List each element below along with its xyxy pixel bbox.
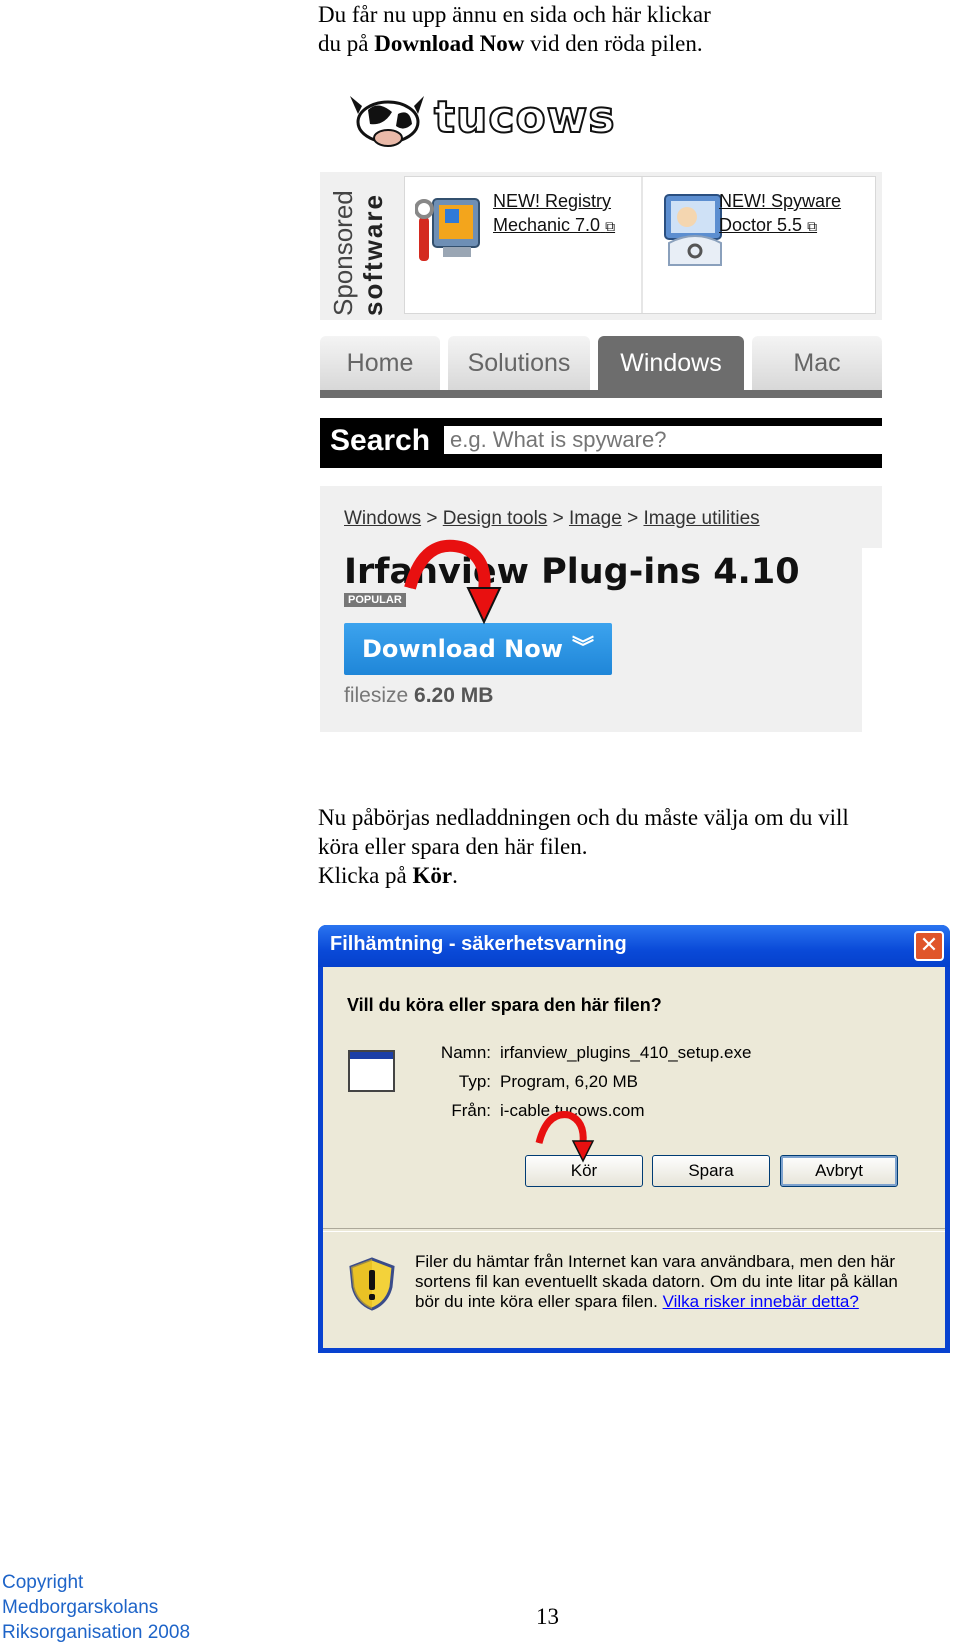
intro-line-2: du på Download Now vid den röda pilen.	[318, 29, 711, 58]
dialog-separator	[323, 1228, 945, 1232]
middle-text: .	[452, 863, 458, 888]
product-panel-extension	[862, 486, 882, 548]
dialog-title: Filhämtning - säkerhetsvarning	[330, 933, 627, 955]
sponsored-ads: NEW! Registry Mechanic 7.0 ⧉ NEW! Spywar…	[404, 176, 876, 314]
tab-home[interactable]: Home	[320, 336, 440, 390]
software-label: software	[358, 193, 388, 316]
search-input[interactable]	[444, 426, 882, 454]
search-label: Search	[330, 424, 431, 457]
dialog-titlebar[interactable]: Filhämtning - säkerhetsvarning ✕	[318, 925, 950, 967]
filesize-value: 6.20 MB	[414, 684, 494, 707]
dialog-body: Vill du köra eller spara den här filen? …	[323, 967, 945, 1348]
filesize: filesize 6.20 MB	[344, 684, 493, 708]
sponsored-box: Sponsored software NEW! Registry Mechani…	[320, 172, 882, 320]
red-arrow-icon	[535, 1111, 595, 1163]
tucows-logo: tucows	[348, 91, 616, 148]
intro-line-1: Du får nu upp ännu en sida och här klick…	[318, 2, 711, 27]
double-chevron-down-icon: ︾	[571, 636, 594, 661]
type-label: Typ:	[458, 1072, 491, 1091]
risks-link[interactable]: Vilka risker innebär detta?	[663, 1292, 859, 1311]
cancel-button[interactable]: Avbryt	[780, 1155, 898, 1187]
ad-spyware-doctor-link[interactable]: NEW! Spyware Doctor 5.5 ⧉	[719, 189, 841, 238]
warning-text: Filer du hämtar från Internet kan vara a…	[415, 1252, 915, 1312]
ad-line: NEW! Spyware	[719, 191, 842, 211]
application-file-icon	[348, 1050, 395, 1092]
from-label-cell: Från:	[431, 1101, 491, 1123]
file-icon-titlebar	[350, 1052, 393, 1059]
close-button[interactable]: ✕	[914, 931, 944, 961]
ads-divider	[641, 177, 643, 313]
type-value: Program, 6,20 MB	[500, 1072, 638, 1091]
breadcrumb-image-utilities[interactable]: Image utilities	[643, 508, 759, 529]
tab-mac[interactable]: Mac	[752, 336, 882, 390]
registry-mechanic-icon[interactable]	[414, 187, 485, 271]
middle-line-2: köra eller spara den här filen.	[318, 834, 588, 859]
footer-line-2: Medborgarskolans	[2, 1597, 159, 1618]
search-bar: Search	[320, 418, 882, 468]
middle-line-3: Klicka på Kör.	[318, 861, 849, 890]
footer-line-3: Riksorganisation 2008	[2, 1622, 191, 1643]
product-panel: Windows > Design tools > Image > Image u…	[320, 486, 862, 732]
breadcrumb-image[interactable]: Image	[569, 508, 622, 529]
breadcrumb-separator: >	[552, 508, 564, 529]
tucows-wordmark: tucows	[433, 91, 616, 144]
red-arrow-icon	[404, 539, 502, 625]
from-label: Från:	[451, 1101, 491, 1120]
ad-line-text: Doctor 5.5	[719, 215, 803, 235]
close-icon: ✕	[919, 933, 939, 958]
cow-logo-icon	[350, 96, 424, 147]
nav-tabs: Home Solutions Windows Mac	[320, 336, 882, 398]
sponsored-label: Sponsored	[328, 190, 358, 316]
ad-line: Doctor 5.5 ⧉	[719, 213, 841, 238]
download-now-label: Download Now	[362, 635, 563, 663]
external-window-icon: ⧉	[605, 218, 616, 234]
filesize-label: filesize	[344, 684, 409, 707]
name-value: irfanview_plugins_410_setup.exe	[500, 1043, 752, 1062]
tab-windows[interactable]: Windows	[598, 336, 744, 390]
ad-line: NEW! Registry	[493, 191, 612, 211]
name-label: Namn:	[440, 1043, 491, 1062]
save-button[interactable]: Spara	[652, 1155, 770, 1187]
name-label-cell: Namn:	[431, 1043, 491, 1065]
ad-line-text: Mechanic 7.0	[493, 215, 601, 235]
middle-bold: Kör	[412, 863, 453, 888]
intro-text: du på	[318, 31, 375, 56]
popular-badge: POPULAR	[344, 593, 406, 607]
tab-solutions[interactable]: Solutions	[448, 336, 590, 390]
intro-bold: Download Now	[374, 31, 525, 56]
page-number: 13	[536, 1604, 559, 1629]
footer-copyright: Copyright Medborgarskolans Riksorganisat…	[2, 1570, 190, 1645]
warning-shield-icon	[349, 1257, 395, 1311]
footer-line-1: Copyright	[2, 1572, 84, 1593]
dialog-question: Vill du köra eller spara den här filen?	[347, 995, 662, 1015]
tab-underline	[320, 390, 882, 398]
ad-line: Mechanic 7.0 ⧉	[493, 213, 615, 238]
middle-line-1: Nu påbörjas nedladdningen och du måste v…	[318, 805, 849, 830]
intro-text: vid den röda pilen.	[524, 31, 703, 56]
middle-paragraph: Nu påbörjas nedladdningen och du måste v…	[318, 803, 849, 890]
ad-registry-mechanic-link[interactable]: NEW! Registry Mechanic 7.0 ⧉	[493, 189, 615, 238]
external-window-icon: ⧉	[807, 218, 818, 234]
download-security-dialog: Filhämtning - säkerhetsvarning ✕ Vill du…	[318, 925, 950, 1353]
middle-text: Klicka på	[318, 863, 413, 888]
breadcrumb-separator: >	[627, 508, 639, 529]
intro-paragraph: Du får nu upp ännu en sida och här klick…	[318, 0, 711, 58]
type-label-cell: Typ:	[431, 1072, 491, 1094]
